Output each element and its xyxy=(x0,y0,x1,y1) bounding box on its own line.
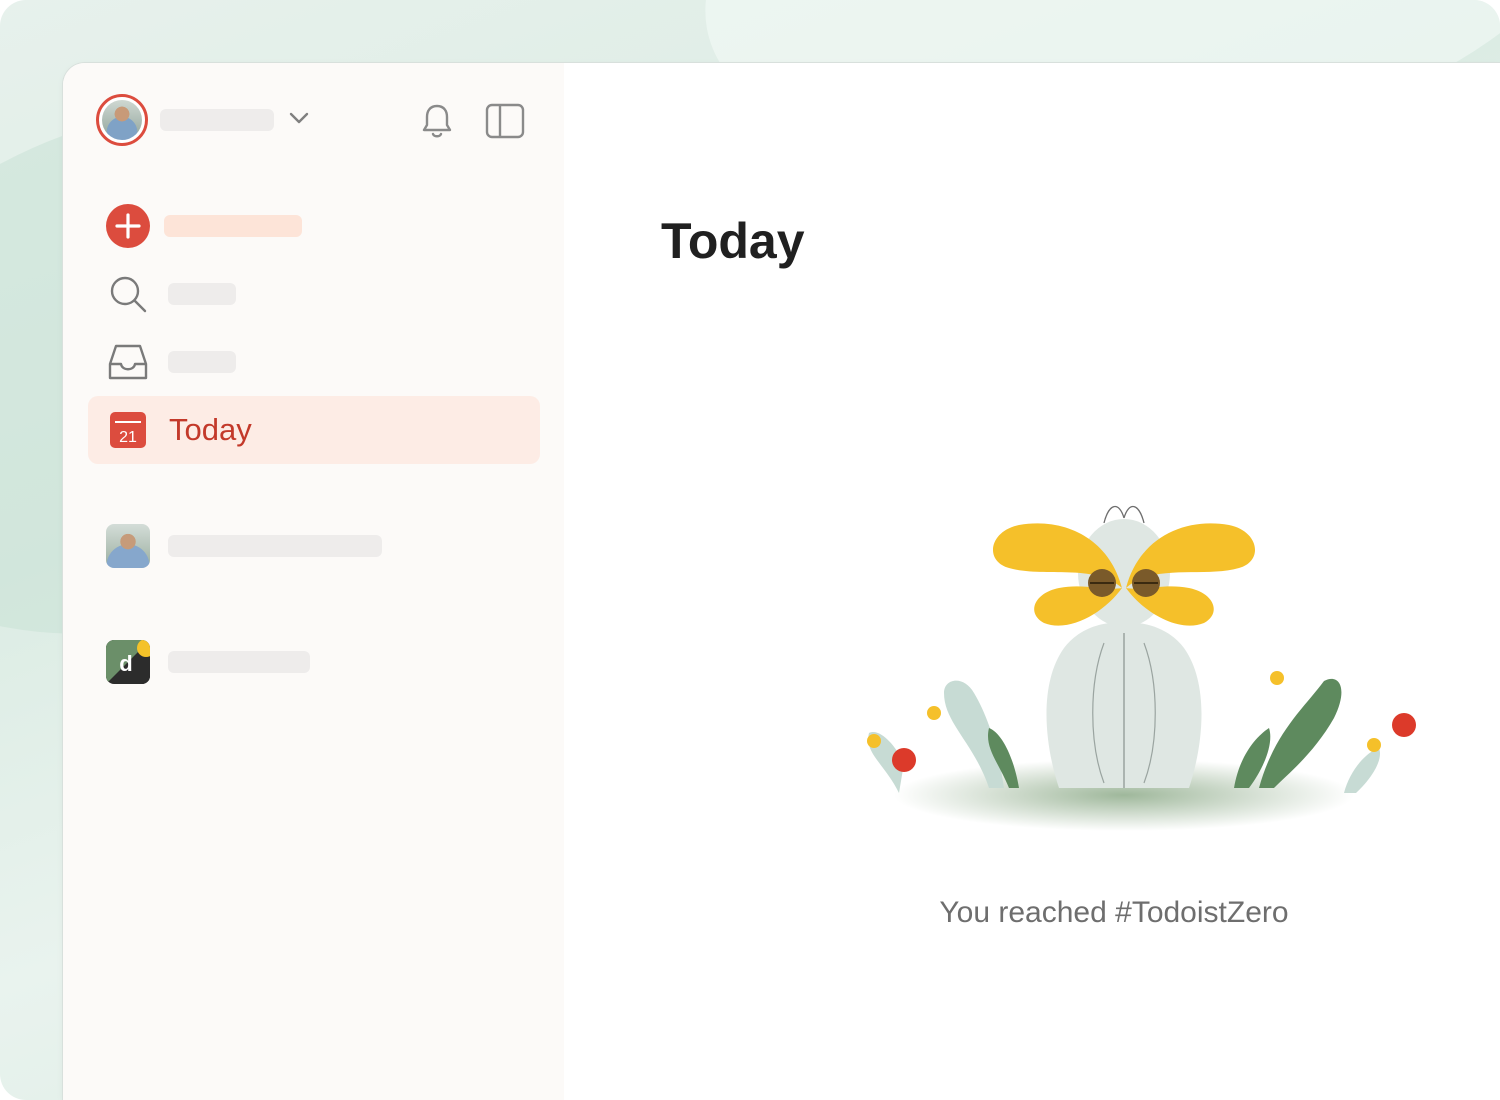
sidebar-item-today[interactable]: 21 Today xyxy=(88,396,540,464)
add-icon xyxy=(106,204,150,248)
toggle-sidebar-button[interactable] xyxy=(483,99,527,143)
team-logo-icon: d xyxy=(106,640,150,684)
inbox-icon xyxy=(106,340,150,384)
project-item[interactable]: d xyxy=(88,629,540,695)
sidebar-panel-icon xyxy=(485,103,525,139)
page-title: Today xyxy=(661,213,805,269)
todoist-zero-illustration xyxy=(867,505,1416,831)
sidebar: 21 Today d xyxy=(63,63,564,1100)
sidebar-item-inbox[interactable] xyxy=(88,328,540,396)
project-item[interactable] xyxy=(88,513,540,579)
bell-icon xyxy=(422,104,452,138)
empty-state-message: You reached #TodoistZero xyxy=(939,896,1289,929)
app-window: 21 Today d Today You reached #TodoistZer… xyxy=(63,63,1500,1100)
account-name-placeholder xyxy=(160,109,274,131)
add-task-button[interactable] xyxy=(88,192,540,260)
svg-text:d: d xyxy=(119,651,132,676)
notifications-button[interactable] xyxy=(415,99,459,143)
inbox-label-placeholder xyxy=(168,351,236,373)
add-task-label-placeholder xyxy=(164,215,302,237)
project-name-placeholder xyxy=(168,651,310,673)
project-name-placeholder xyxy=(168,535,382,557)
sidebar-item-search[interactable] xyxy=(88,260,540,328)
avatar xyxy=(102,100,142,140)
sidebar-item-label: Today xyxy=(169,412,252,447)
calendar-date: 21 xyxy=(119,429,137,446)
user-avatar-button[interactable] xyxy=(96,94,148,146)
chevron-down-icon[interactable] xyxy=(288,110,310,126)
search-label-placeholder xyxy=(168,283,236,305)
avatar xyxy=(106,524,150,568)
search-icon xyxy=(106,272,150,316)
main-content: Today You reached #TodoistZero xyxy=(564,63,1500,1100)
calendar-today-icon: 21 xyxy=(106,408,150,452)
